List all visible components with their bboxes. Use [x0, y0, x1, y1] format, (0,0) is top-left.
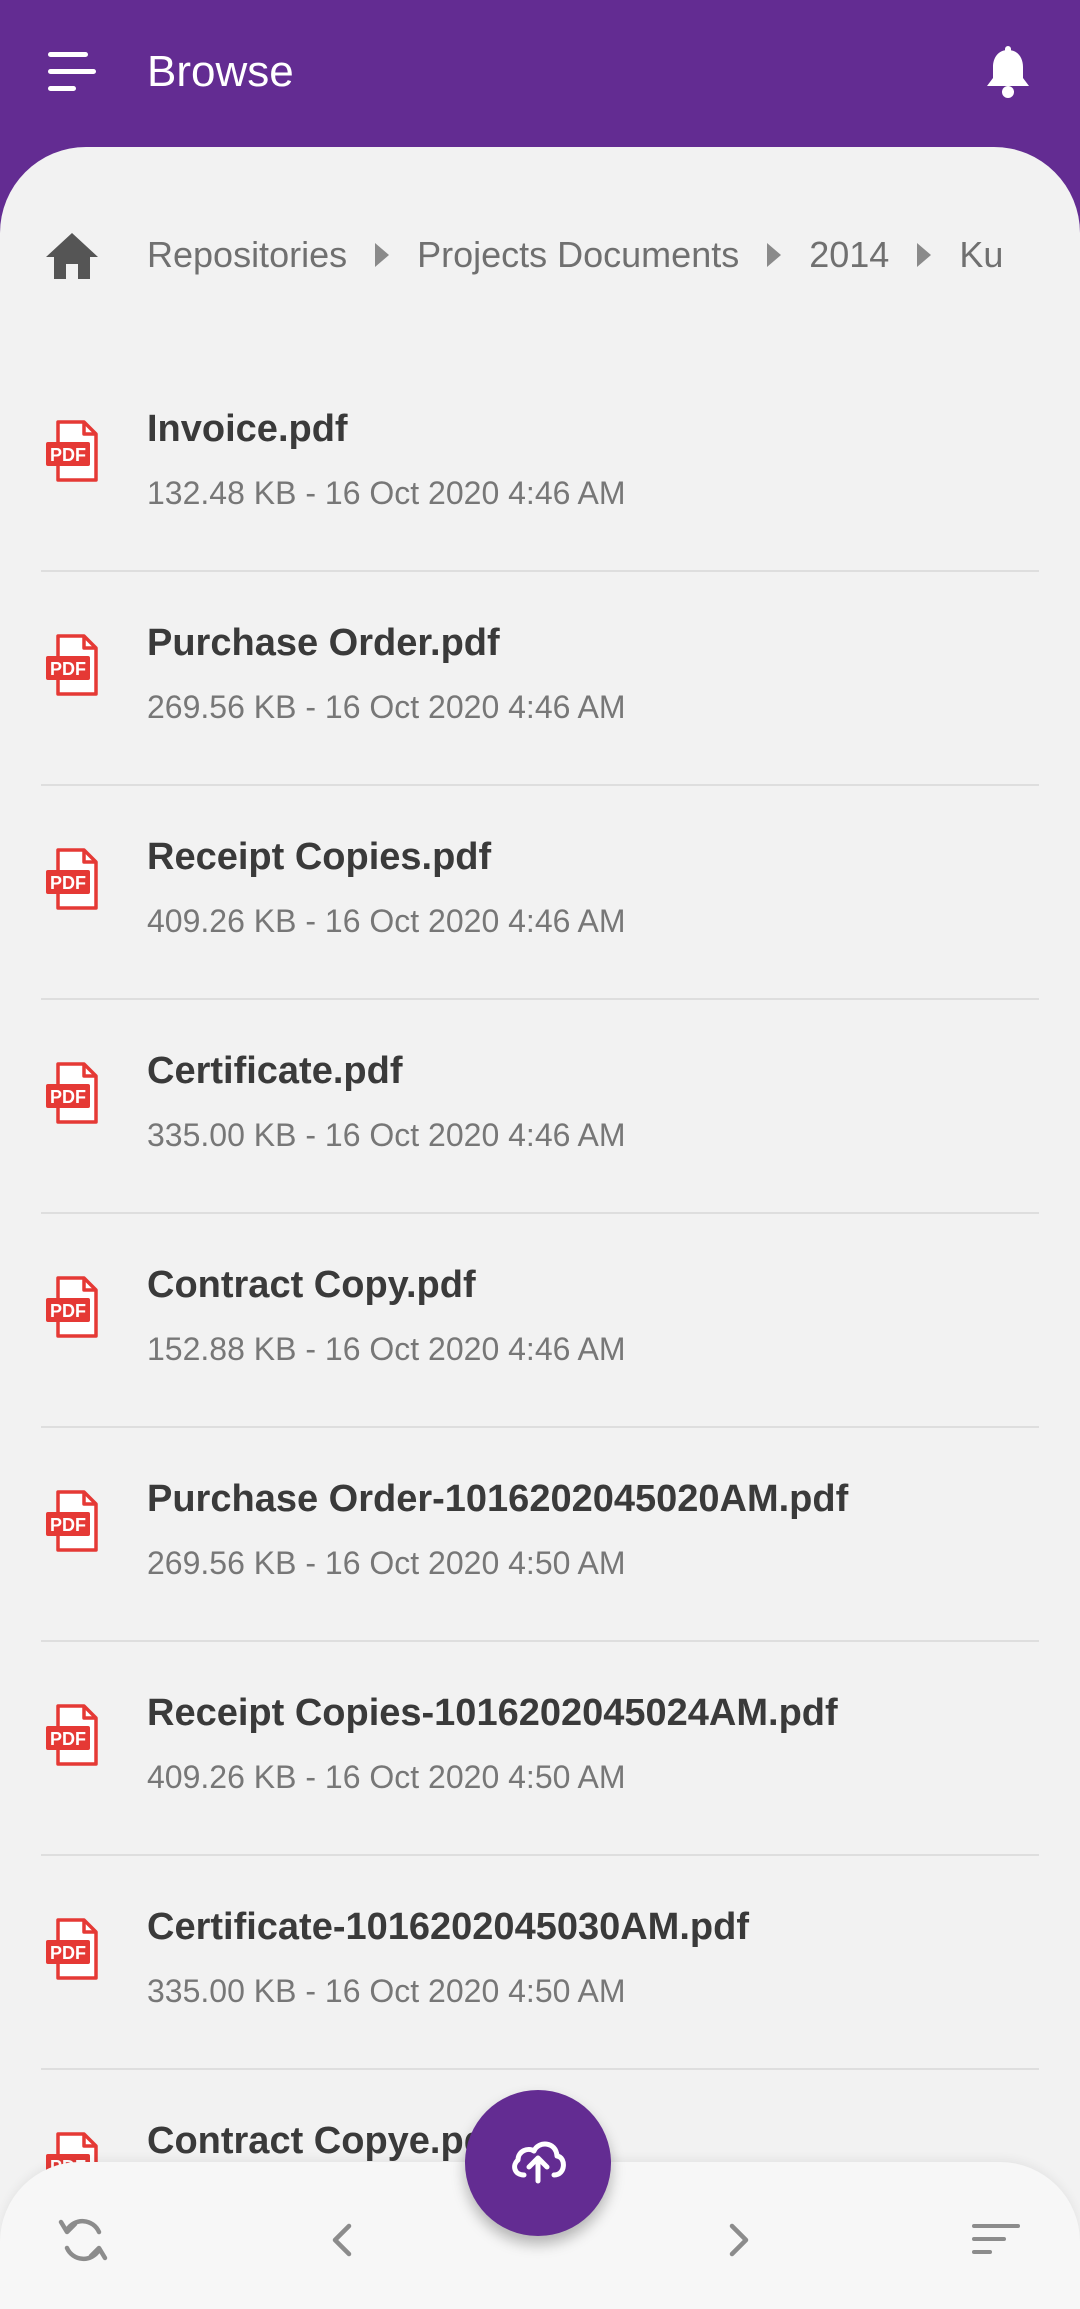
file-row[interactable]: PDF Receipt Copies.pdf 409.26 KB - 16 Oc…	[41, 786, 1039, 1000]
file-name: Certificate-1016202045030AM.pdf	[147, 1906, 749, 1948]
pdf-icon: PDF	[44, 846, 104, 912]
caret-right-icon	[917, 243, 932, 267]
file-name: Purchase Order-1016202045020AM.pdf	[147, 1478, 849, 1520]
pdf-icon: PDF	[44, 632, 104, 698]
svg-text:PDF: PDF	[50, 873, 86, 893]
content-sheet: Repositories Projects Documents 2014 Ku …	[0, 147, 1080, 2309]
file-meta: 152.88 KB - 16 Oct 2020 4:46 AM	[147, 1331, 626, 1367]
file-meta: 269.56 KB - 16 Oct 2020 4:50 AM	[147, 1545, 626, 1581]
svg-text:PDF: PDF	[50, 445, 86, 465]
chevron-right-icon[interactable]	[710, 2212, 766, 2268]
breadcrumb-item-repositories[interactable]: Repositories	[147, 234, 347, 276]
file-meta: 409.26 KB - 16 Oct 2020 4:46 AM	[147, 903, 626, 939]
file-list: PDF Invoice.pdf 132.48 KB - 16 Oct 2020 …	[0, 358, 1080, 2284]
file-row[interactable]: PDF Contract Copy.pdf 152.88 KB - 16 Oct…	[41, 1214, 1039, 1428]
file-row[interactable]: PDF Certificate-1016202045030AM.pdf 335.…	[41, 1856, 1039, 2070]
caret-right-icon	[767, 243, 782, 267]
file-name: Contract Copye.pdf	[147, 2120, 500, 2162]
file-name: Purchase Order.pdf	[147, 622, 500, 664]
file-meta: 409.26 KB - 16 Oct 2020 4:50 AM	[147, 1759, 626, 1795]
svg-text:PDF: PDF	[50, 1301, 86, 1321]
file-name: Invoice.pdf	[147, 408, 348, 450]
file-name: Contract Copy.pdf	[147, 1264, 476, 1306]
upload-button[interactable]	[465, 2090, 611, 2236]
caret-right-icon	[375, 243, 390, 267]
file-meta: 335.00 KB - 16 Oct 2020 4:46 AM	[147, 1117, 626, 1153]
pdf-icon: PDF	[44, 1274, 104, 1340]
svg-text:PDF: PDF	[50, 1515, 86, 1535]
breadcrumb-trail: Repositories Projects Documents 2014 Ku	[147, 205, 1016, 305]
cloud-upload-icon	[506, 2129, 570, 2198]
page-title: Browse	[147, 47, 294, 96]
bell-icon[interactable]	[980, 44, 1036, 100]
sort-icon[interactable]	[968, 2212, 1024, 2268]
svg-text:PDF: PDF	[50, 1087, 86, 1107]
file-row[interactable]: PDF Purchase Order-1016202045020AM.pdf 2…	[41, 1428, 1039, 1642]
pdf-icon: PDF	[44, 418, 104, 484]
chevron-left-icon[interactable]	[315, 2212, 371, 2268]
file-meta: 269.56 KB - 16 Oct 2020 4:46 AM	[147, 689, 626, 725]
hamburger-icon[interactable]	[44, 44, 100, 100]
svg-text:PDF: PDF	[50, 1729, 86, 1749]
file-meta: 132.48 KB - 16 Oct 2020 4:46 AM	[147, 475, 626, 511]
pdf-icon: PDF	[44, 1060, 104, 1126]
file-row[interactable]: PDF Certificate.pdf 335.00 KB - 16 Oct 2…	[41, 1000, 1039, 1214]
pdf-icon: PDF	[44, 1916, 104, 1982]
file-name: Receipt Copies-1016202045024AM.pdf	[147, 1692, 838, 1734]
pdf-icon: PDF	[44, 1702, 104, 1768]
breadcrumb-item-projects-documents[interactable]: Projects Documents	[417, 234, 739, 276]
svg-text:PDF: PDF	[50, 1943, 86, 1963]
home-icon[interactable]	[44, 231, 100, 281]
file-row[interactable]: PDF Receipt Copies-1016202045024AM.pdf 4…	[41, 1642, 1039, 1856]
pdf-icon: PDF	[44, 1488, 104, 1554]
file-row[interactable]: PDF Purchase Order.pdf 269.56 KB - 16 Oc…	[41, 572, 1039, 786]
file-name: Certificate.pdf	[147, 1050, 403, 1092]
breadcrumb-item-2014[interactable]: 2014	[809, 234, 889, 276]
svg-text:PDF: PDF	[50, 659, 86, 679]
breadcrumb-item-ku[interactable]: Ku	[959, 234, 1003, 276]
file-name: Receipt Copies.pdf	[147, 836, 492, 878]
breadcrumb: Repositories Projects Documents 2014 Ku	[0, 205, 1080, 305]
refresh-icon[interactable]	[55, 2212, 111, 2268]
file-meta: 335.00 KB - 16 Oct 2020 4:50 AM	[147, 1973, 626, 2009]
file-row[interactable]: PDF Invoice.pdf 132.48 KB - 16 Oct 2020 …	[41, 358, 1039, 572]
